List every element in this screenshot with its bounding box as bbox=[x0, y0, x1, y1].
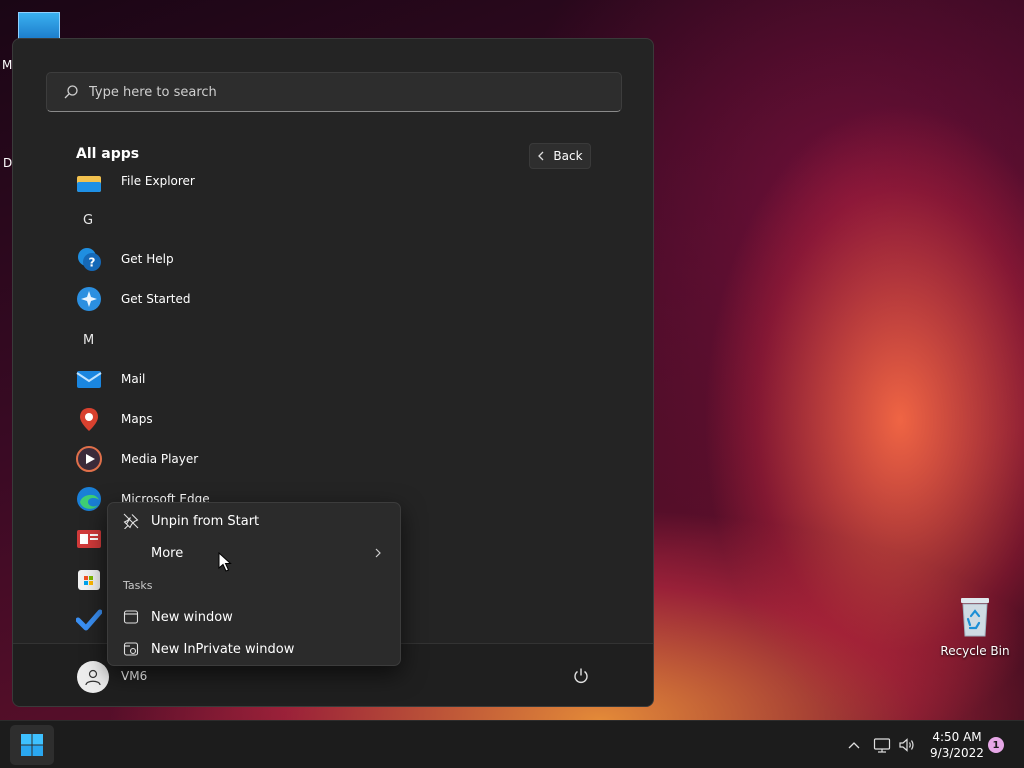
recycle-bin-icon bbox=[958, 596, 992, 638]
inprivate-window-icon bbox=[122, 640, 140, 658]
app-item-media-player[interactable]: Media Player bbox=[76, 443, 198, 475]
recycle-bin-label: Recycle Bin bbox=[940, 644, 1010, 658]
windows-logo-icon bbox=[21, 734, 43, 756]
clock-date: 9/3/2022 bbox=[930, 746, 984, 760]
volume-icon bbox=[899, 738, 914, 752]
unpin-icon bbox=[122, 512, 140, 530]
app-item-get-started[interactable]: Get Started bbox=[76, 283, 191, 315]
taskbar-clock[interactable]: 4:50 AM 9/3/2022 bbox=[922, 729, 992, 761]
letter-header-g[interactable]: G bbox=[83, 213, 93, 228]
app-item-file-explorer[interactable]: File Explorer bbox=[76, 165, 195, 197]
app-label: Maps bbox=[121, 412, 153, 426]
app-label: Media Player bbox=[121, 452, 199, 466]
app-context-menu: Unpin from Start More Tasks New window N… bbox=[107, 502, 401, 666]
get-started-icon bbox=[76, 286, 102, 312]
mouse-cursor-icon bbox=[218, 552, 232, 572]
power-icon bbox=[574, 668, 588, 683]
volume-tray-button[interactable] bbox=[897, 735, 917, 755]
power-button[interactable] bbox=[569, 664, 593, 688]
search-input[interactable] bbox=[89, 84, 569, 100]
todo-check-icon bbox=[75, 606, 103, 632]
letter-header-m[interactable]: M bbox=[83, 333, 94, 348]
app-label: Mail bbox=[121, 372, 146, 386]
svg-text:?: ? bbox=[89, 256, 96, 270]
network-tray-button[interactable] bbox=[872, 735, 892, 755]
more-label: More bbox=[151, 545, 184, 561]
media-player-icon bbox=[76, 446, 102, 472]
tasks-section-header: Tasks bbox=[123, 579, 153, 592]
app-item-get-help[interactable]: ? Get Help bbox=[76, 243, 174, 275]
unpin-from-start-item[interactable]: Unpin from Start bbox=[108, 505, 400, 537]
desktop-partial-label: M bbox=[2, 58, 13, 72]
new-window-item[interactable]: New window bbox=[108, 601, 400, 633]
store-icon bbox=[76, 566, 102, 592]
app-label: Get Started bbox=[121, 292, 191, 306]
clock-time: 4:50 AM bbox=[932, 730, 982, 744]
folder-icon bbox=[76, 168, 102, 194]
maps-pin-icon bbox=[76, 406, 102, 432]
start-search-box[interactable] bbox=[46, 72, 622, 112]
window-icon bbox=[122, 608, 140, 626]
app-label: Get Help bbox=[121, 252, 174, 266]
show-hidden-icons-button[interactable] bbox=[844, 735, 864, 755]
help-icon: ? bbox=[76, 246, 102, 272]
chevron-right-icon bbox=[375, 548, 381, 558]
unpin-label: Unpin from Start bbox=[151, 513, 260, 529]
app-item-mail[interactable]: Mail bbox=[76, 363, 145, 395]
search-icon bbox=[64, 85, 78, 99]
app-item-maps[interactable]: Maps bbox=[76, 403, 153, 435]
taskbar: 4:50 AM 9/3/2022 1 bbox=[0, 720, 1024, 768]
app-label: File Explorer bbox=[121, 174, 195, 188]
recycle-bin-desktop-icon[interactable]: Recycle Bin bbox=[940, 596, 1010, 658]
user-avatar[interactable] bbox=[77, 661, 109, 693]
new-inprivate-window-item[interactable]: New InPrivate window bbox=[108, 633, 400, 665]
notification-badge[interactable]: 1 bbox=[988, 737, 1004, 753]
new-inprivate-label: New InPrivate window bbox=[151, 641, 295, 657]
edge-icon bbox=[76, 486, 102, 512]
news-icon bbox=[76, 526, 102, 552]
chevron-up-icon bbox=[848, 742, 860, 749]
network-icon bbox=[873, 738, 891, 753]
mail-icon bbox=[76, 366, 102, 392]
user-name[interactable]: VM6 bbox=[121, 669, 147, 683]
user-icon bbox=[85, 669, 101, 686]
more-submenu-item[interactable]: More bbox=[108, 537, 400, 569]
start-button[interactable] bbox=[10, 725, 54, 765]
new-window-label: New window bbox=[151, 609, 233, 625]
